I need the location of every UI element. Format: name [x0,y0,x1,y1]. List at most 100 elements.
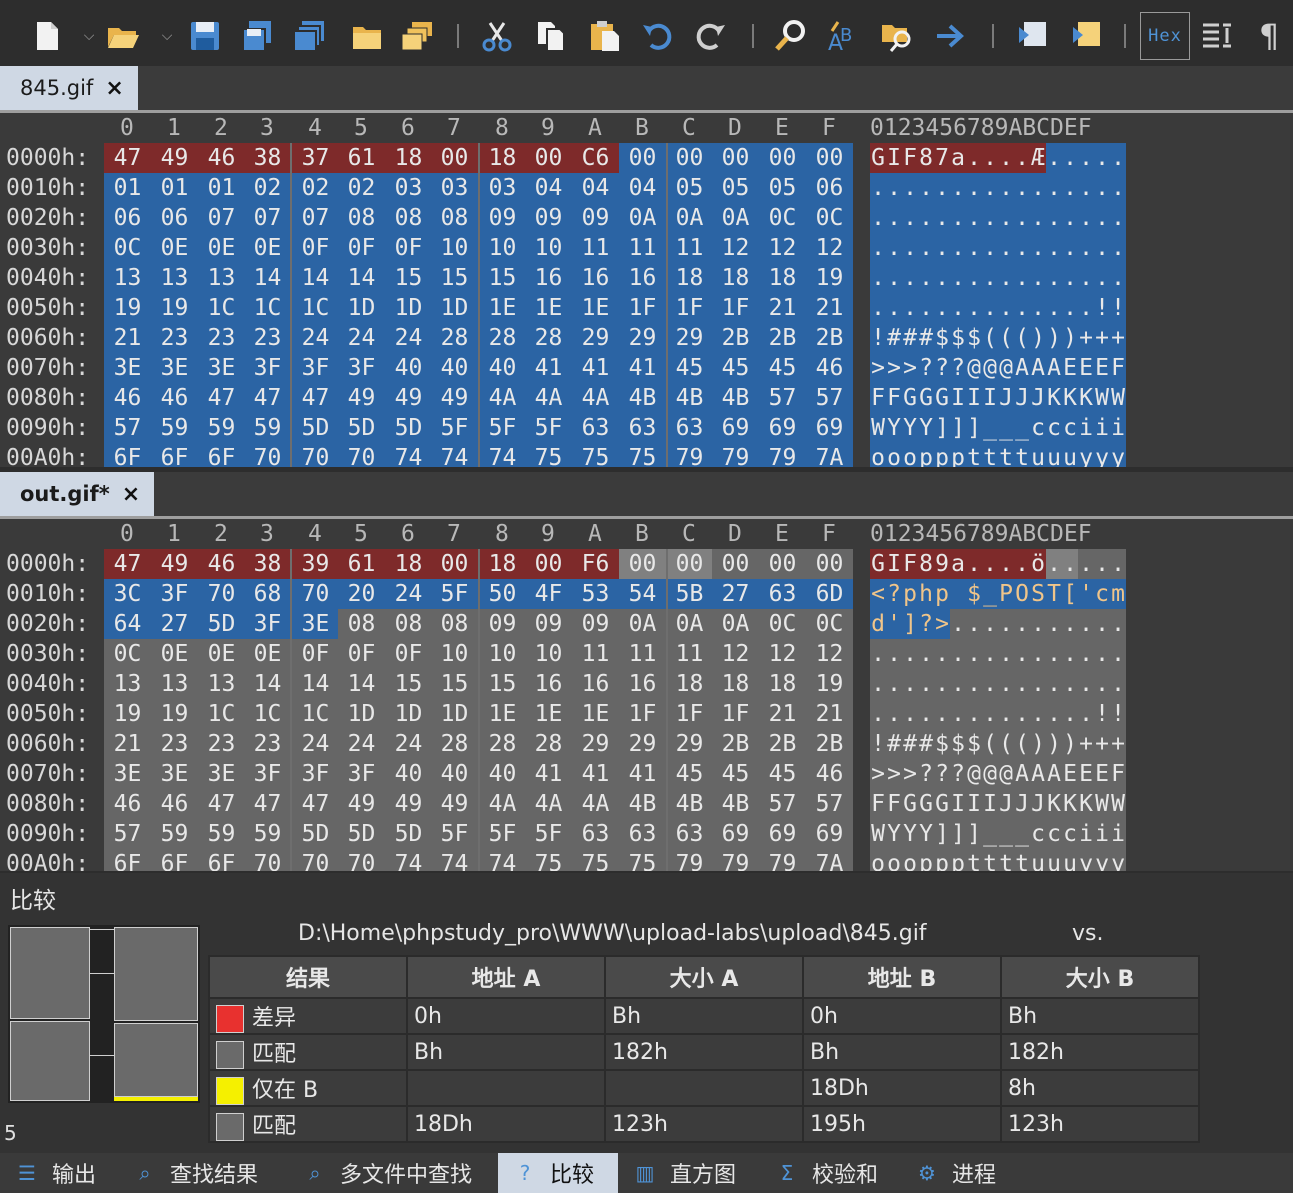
ascii-char[interactable]: o [870,849,886,871]
ascii-char[interactable]: . [998,293,1014,323]
ascii-char[interactable]: i [1094,413,1110,443]
ascii-char[interactable]: A [1046,759,1062,789]
ascii-char[interactable]: G [934,383,950,413]
hex-byte[interactable]: 59 [244,819,291,849]
hex-byte[interactable]: 14 [244,263,291,293]
hex-byte[interactable]: 4B [619,383,666,413]
hex-byte[interactable]: 13 [104,669,151,699]
ascii-char[interactable]: . [950,203,966,233]
ascii-char[interactable]: . [1062,549,1078,579]
ascii-char[interactable]: . [1110,173,1126,203]
hex-byte[interactable]: 47 [292,383,339,413]
hex-byte[interactable]: 41 [525,759,572,789]
hex-byte[interactable]: 07 [244,203,291,233]
ascii-char[interactable]: E [1078,759,1094,789]
hex-byte[interactable]: 18 [712,669,759,699]
hex-byte[interactable]: 28 [525,729,572,759]
ascii-char[interactable]: . [902,669,918,699]
hex-byte[interactable]: 24 [338,729,385,759]
ascii-char[interactable]: @ [982,353,998,383]
hex-byte[interactable]: 5D [385,819,432,849]
ascii-char[interactable]: . [886,699,902,729]
hex-pane-out[interactable]: 0 1 2 3 4 5 6 7 8 9 A B C D E F 0123456789ABCDEF 0000h: 47… [0,519,1293,871]
ascii-char[interactable]: K [1046,789,1062,819]
hex-byte[interactable]: 10 [431,233,478,263]
hex-byte[interactable]: 19 [806,669,853,699]
hex-byte[interactable]: 3E [104,353,151,383]
ascii-char[interactable]: @ [998,759,1014,789]
hex-byte[interactable]: 46 [806,353,853,383]
hex-byte[interactable]: 40 [431,759,478,789]
ascii-char[interactable]: Y [902,413,918,443]
hex-byte[interactable]: 14 [292,263,339,293]
ascii-char[interactable]: F [1110,353,1126,383]
ascii-char[interactable]: p [918,849,934,871]
hex-byte[interactable]: 49 [338,789,385,819]
hex-byte[interactable]: 4A [479,789,526,819]
ascii-char[interactable]: . [902,233,918,263]
ascii-char[interactable]: . [1014,669,1030,699]
hex-byte[interactable]: 49 [431,789,478,819]
bottom-tab-find-in-files[interactable]: ⌕ 多文件中查找 [288,1153,498,1193]
ascii-char[interactable]: . [1030,173,1046,203]
hex-byte[interactable]: 57 [104,413,151,443]
hex-byte[interactable]: 39 [292,549,339,579]
ascii-char[interactable]: . [870,173,886,203]
hex-byte[interactable]: 57 [104,819,151,849]
hex-byte[interactable]: 64 [104,609,151,639]
hex-byte[interactable]: 70 [292,849,339,871]
ascii-char[interactable]: $ [966,729,982,759]
ascii-char[interactable]: A [1046,353,1062,383]
ascii-char[interactable]: . [918,639,934,669]
ascii-char[interactable]: # [886,729,902,759]
ascii-char[interactable]: ] [966,413,982,443]
hex-byte[interactable]: 29 [666,729,713,759]
hex-byte[interactable]: 20 [338,579,385,609]
hex-byte[interactable]: 28 [479,729,526,759]
goto-icon[interactable] [932,16,970,56]
hex-byte[interactable]: 24 [385,729,432,759]
hex-byte[interactable]: 08 [385,609,432,639]
hex-byte[interactable]: 5F [479,413,526,443]
hex-byte[interactable]: 4A [525,789,572,819]
hex-byte[interactable]: 74 [479,849,526,871]
hex-byte[interactable]: 23 [198,323,245,353]
hex-byte[interactable]: 24 [385,579,432,609]
hex-byte[interactable]: 16 [619,263,666,293]
hex-byte[interactable]: 1F [712,293,759,323]
hex-byte[interactable]: 38 [244,549,291,579]
hex-byte[interactable]: 61 [338,143,385,173]
ascii-char[interactable]: . [1046,263,1062,293]
hex-byte[interactable]: 01 [104,173,151,203]
bottom-tab-find-results[interactable]: ⌕ 查找结果 [118,1153,288,1193]
ascii-char[interactable]: p [902,579,918,609]
ascii-char[interactable]: + [1094,729,1110,759]
hex-byte[interactable]: 12 [712,639,759,669]
hex-byte[interactable]: 3E [198,353,245,383]
hex-byte[interactable]: 14 [338,263,385,293]
ascii-char[interactable]: . [918,263,934,293]
hex-byte[interactable]: 13 [151,263,198,293]
ascii-char[interactable]: E [1062,759,1078,789]
ascii-char[interactable]: _ [998,819,1014,849]
hex-byte[interactable]: 00 [759,143,806,173]
hex-byte[interactable]: 03 [385,173,432,203]
ascii-char[interactable]: + [1078,729,1094,759]
ascii-char[interactable]: t [966,443,982,467]
hex-byte[interactable]: 57 [759,789,806,819]
ascii-char[interactable]: . [966,549,982,579]
hex-byte[interactable]: 23 [244,323,291,353]
hex-byte[interactable]: 09 [525,609,572,639]
hex-byte[interactable]: 63 [666,413,713,443]
hex-byte[interactable]: 18 [712,263,759,293]
ascii-char[interactable]: o [886,443,902,467]
hex-byte[interactable]: 15 [431,263,478,293]
ascii-char[interactable]: . [1110,263,1126,293]
ascii-char[interactable]: . [902,203,918,233]
hex-byte[interactable]: 08 [338,203,385,233]
hex-byte[interactable]: 74 [385,849,432,871]
ascii-char[interactable]: > [886,759,902,789]
save-copy-icon[interactable] [290,16,328,56]
ascii-char[interactable]: . [998,173,1014,203]
ascii-char[interactable]: ( [1014,323,1030,353]
